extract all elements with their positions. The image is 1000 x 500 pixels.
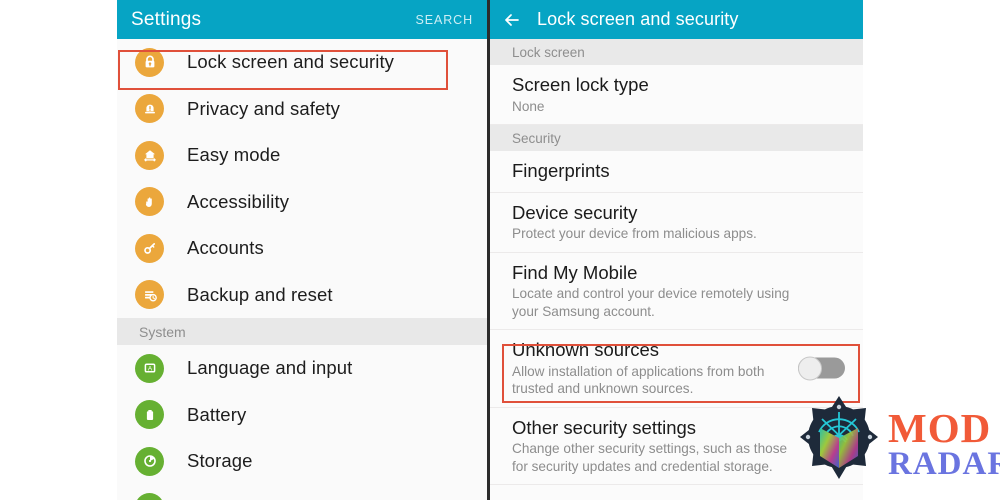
watermark-line-1: MOD <box>888 404 992 451</box>
settings-app-bar: Settings SEARCH <box>117 0 487 39</box>
section-header-lock-screen: Lock screen <box>490 39 863 65</box>
item-title: Fingerprints <box>512 160 610 182</box>
watermark-text: MOD RADAR <box>888 404 1000 482</box>
sidebar-item-label: Storage <box>187 450 253 472</box>
detail-page-title: Lock screen and security <box>537 9 739 29</box>
arrow-left-icon[interactable] <box>501 9 523 31</box>
key-icon <box>135 233 164 263</box>
item-title: Device security <box>512 201 638 223</box>
section-header-security: Security <box>490 125 863 152</box>
list-item-fingerprints[interactable]: Fingerprints <box>490 151 863 193</box>
list-item-screen-lock-type[interactable]: Screen lock type None <box>490 65 863 126</box>
sidebar-item-label: Easy mode <box>187 144 281 166</box>
item-subtitle: Locate and control your device remotely … <box>512 286 790 319</box>
search-button[interactable]: SEARCH <box>416 13 474 27</box>
toggle-knob <box>798 356 822 381</box>
sidebar-item-accessibility[interactable]: Accessibility <box>117 178 487 225</box>
item-subtitle: Change other security settings, such as … <box>512 441 788 474</box>
item-title: Unknown sources <box>512 339 660 361</box>
easy-mode-home-icon <box>135 140 164 170</box>
watermark: MOD RADAR <box>796 392 1000 496</box>
sidebar-item-label: Accounts <box>187 237 264 259</box>
sidebar-item-label: Accessibility <box>187 190 290 212</box>
sidebar-item-language-and-input[interactable]: A Language and input <box>117 345 487 392</box>
sidebar-item-partial-cutoff[interactable] <box>117 484 487 500</box>
settings-list-panel: Settings SEARCH Lock screen and security <box>117 0 487 500</box>
detail-app-bar: Lock screen and security <box>490 0 863 39</box>
item-subtitle: Allow installation of applications from … <box>512 363 765 397</box>
privacy-shield-icon <box>135 94 164 124</box>
sidebar-item-privacy-and-safety[interactable]: Privacy and safety <box>117 85 487 132</box>
sidebar-item-label: Battery <box>187 403 247 425</box>
battery-icon <box>135 400 164 430</box>
item-title: Find My Mobile <box>512 261 638 283</box>
sidebar-item-label: Privacy and safety <box>187 97 340 119</box>
storage-pie-icon <box>135 446 164 476</box>
hand-icon <box>135 187 164 217</box>
list-item-device-security[interactable]: Device security Protect your device from… <box>490 192 863 253</box>
sidebar-item-easy-mode[interactable]: Easy mode <box>117 132 487 179</box>
unknown-sources-toggle[interactable] <box>798 356 845 381</box>
sidebar-item-storage[interactable]: Storage <box>117 438 487 485</box>
sidebar-item-accounts[interactable]: Accounts <box>117 225 487 272</box>
watermark-line-2: RADAR <box>888 445 1000 482</box>
item-title: Screen lock type <box>512 74 649 95</box>
svg-text:A: A <box>147 366 152 373</box>
backup-restore-icon <box>135 280 164 310</box>
sidebar-section-system: System <box>117 318 487 345</box>
sidebar-item-label: Lock screen and security <box>187 51 395 73</box>
list-item-find-my-mobile[interactable]: Find My Mobile Locate and control your d… <box>490 252 863 331</box>
screenshot-root: Settings SEARCH Lock screen and security <box>0 0 1000 500</box>
item-subtitle: Protect your device from malicious apps. <box>512 226 757 242</box>
sidebar-item-backup-and-reset[interactable]: Backup and reset <box>117 271 487 318</box>
sidebar-item-label: Language and input <box>187 357 353 379</box>
sidebar-item-label: Backup and reset <box>187 283 333 305</box>
item-subtitle: None <box>512 98 545 114</box>
sidebar-item-battery[interactable]: Battery <box>117 391 487 438</box>
partial-icon <box>135 493 164 500</box>
sidebar-item-lock-screen-and-security[interactable]: Lock screen and security <box>117 39 487 86</box>
settings-title: Settings <box>131 8 202 30</box>
language-a-icon: A <box>135 353 164 383</box>
mod-radar-compass-logo <box>796 394 882 494</box>
item-title: Other security settings <box>512 416 697 438</box>
lock-icon <box>135 47 164 77</box>
